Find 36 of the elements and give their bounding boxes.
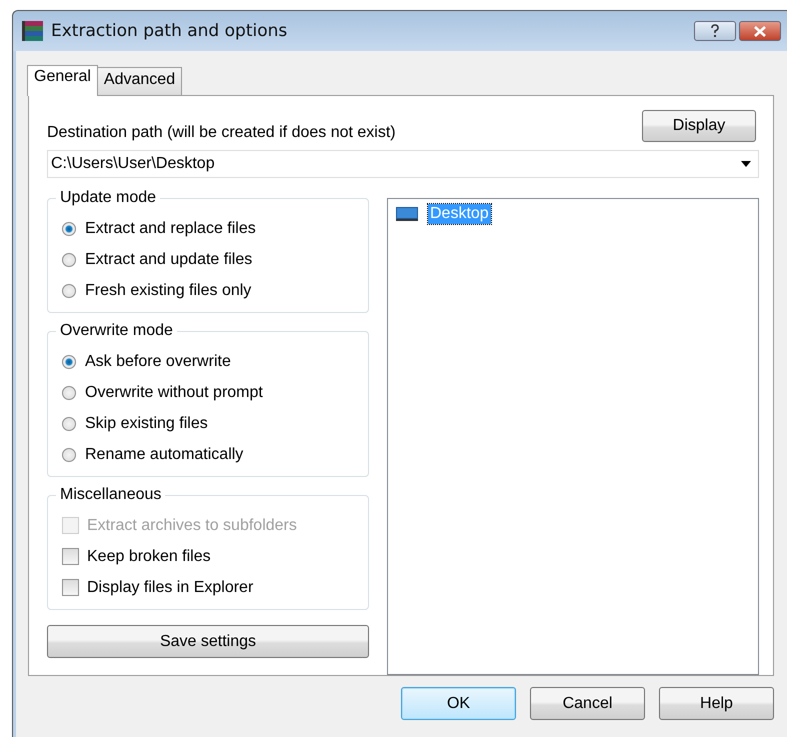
option-label[interactable]: Overwrite without prompt [85,384,263,402]
window-title: Extraction path and options [51,21,288,41]
dialog-button[interactable]: Cancel [530,687,645,720]
close-icon [753,26,767,36]
option-label[interactable]: Keep broken files [87,548,211,566]
monitor-icon [396,206,418,222]
field-label: Destination path (will be created if does not exist) [47,124,396,142]
path-combobox[interactable]: C:\Users\User\Desktop [47,150,759,178]
radio-button[interactable] [62,386,76,400]
display-button[interactable]: Display [642,110,756,142]
save-settings-button[interactable]: Save settings [47,625,369,658]
tab[interactable]: Advanced [96,67,182,95]
radio-button[interactable] [62,416,76,430]
option-label[interactable]: Fresh existing files only [85,282,252,300]
option-label[interactable]: Extract and update files [85,250,252,268]
question-icon [710,24,720,38]
checkbox[interactable] [62,548,79,565]
option-label[interactable]: Extract and replace files [85,220,256,238]
radio-button[interactable] [62,354,76,368]
radio-button[interactable] [62,448,76,462]
tab[interactable]: General [27,65,98,96]
option-label[interactable]: Ask before overwrite [85,352,231,370]
radio-button[interactable] [62,252,76,266]
group-title: Update mode [56,189,160,207]
option-label[interactable]: Skip existing files [85,414,208,432]
books-icon [21,20,45,42]
option-label[interactable]: Rename automatically [85,446,244,464]
help-button[interactable] [694,21,736,41]
radio-button[interactable] [62,284,76,298]
checkbox[interactable] [62,579,79,596]
close-button[interactable] [739,21,781,41]
radio-button[interactable] [62,222,76,236]
dialog-button[interactable]: Help [659,687,774,720]
option-label[interactable]: Display files in Explorer [87,578,254,596]
dropdown-arrow-icon [741,161,751,167]
dialog-button[interactable]: OK [401,687,516,720]
